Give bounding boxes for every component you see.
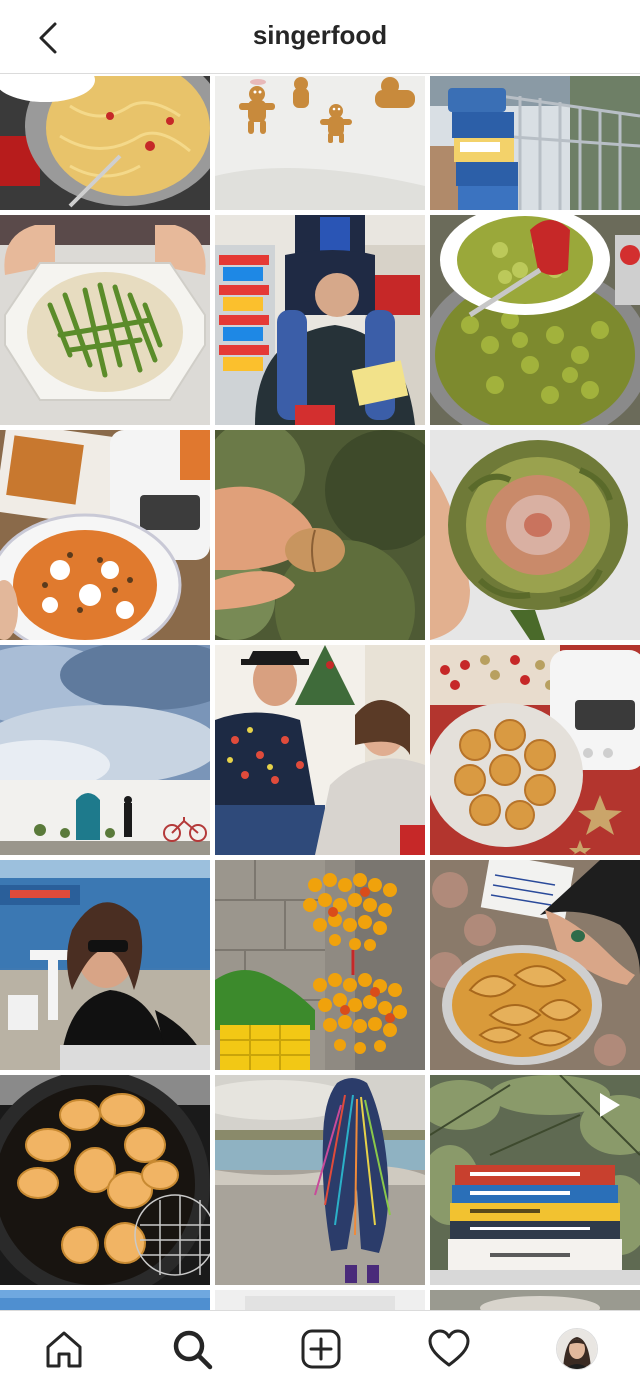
tab-profile[interactable] xyxy=(553,1325,601,1373)
grid-post[interactable] xyxy=(430,1075,640,1285)
grid-post[interactable] xyxy=(215,1075,425,1285)
profile-header: singerfood xyxy=(0,0,640,74)
search-icon xyxy=(173,1330,213,1370)
grid-post[interactable] xyxy=(0,76,210,210)
profile-username: singerfood xyxy=(252,20,388,50)
grid-post[interactable] xyxy=(215,860,425,1070)
heart-icon xyxy=(428,1329,470,1367)
bottom-tab-bar xyxy=(0,1310,640,1386)
grid-post[interactable] xyxy=(215,1290,425,1310)
grid-post[interactable] xyxy=(0,1290,210,1310)
grid-post[interactable] xyxy=(430,215,640,425)
grid-post[interactable] xyxy=(430,1290,640,1310)
grid-post[interactable] xyxy=(0,430,210,640)
grid-post[interactable] xyxy=(430,860,640,1070)
tab-new-post[interactable] xyxy=(297,1325,345,1373)
grid-post[interactable] xyxy=(430,645,640,855)
grid-post[interactable] xyxy=(0,1075,210,1285)
home-icon xyxy=(46,1331,82,1368)
grid-post[interactable] xyxy=(430,430,640,640)
tab-search[interactable] xyxy=(168,1325,216,1373)
tab-home[interactable] xyxy=(40,1325,88,1373)
grid-post[interactable] xyxy=(215,215,425,425)
grid-post[interactable] xyxy=(215,430,425,640)
tab-activity[interactable] xyxy=(425,1325,473,1373)
grid-post[interactable] xyxy=(215,76,425,210)
grid-post[interactable] xyxy=(0,860,210,1070)
grid-post[interactable] xyxy=(215,645,425,855)
grid-post[interactable] xyxy=(0,645,210,855)
chevron-left-icon xyxy=(39,22,57,54)
grid-post[interactable] xyxy=(0,215,210,425)
profile-avatar xyxy=(556,1328,598,1370)
plus-square-icon xyxy=(301,1329,341,1369)
photo-grid xyxy=(0,76,640,1310)
back-button[interactable] xyxy=(30,18,66,58)
grid-post[interactable] xyxy=(430,76,640,210)
